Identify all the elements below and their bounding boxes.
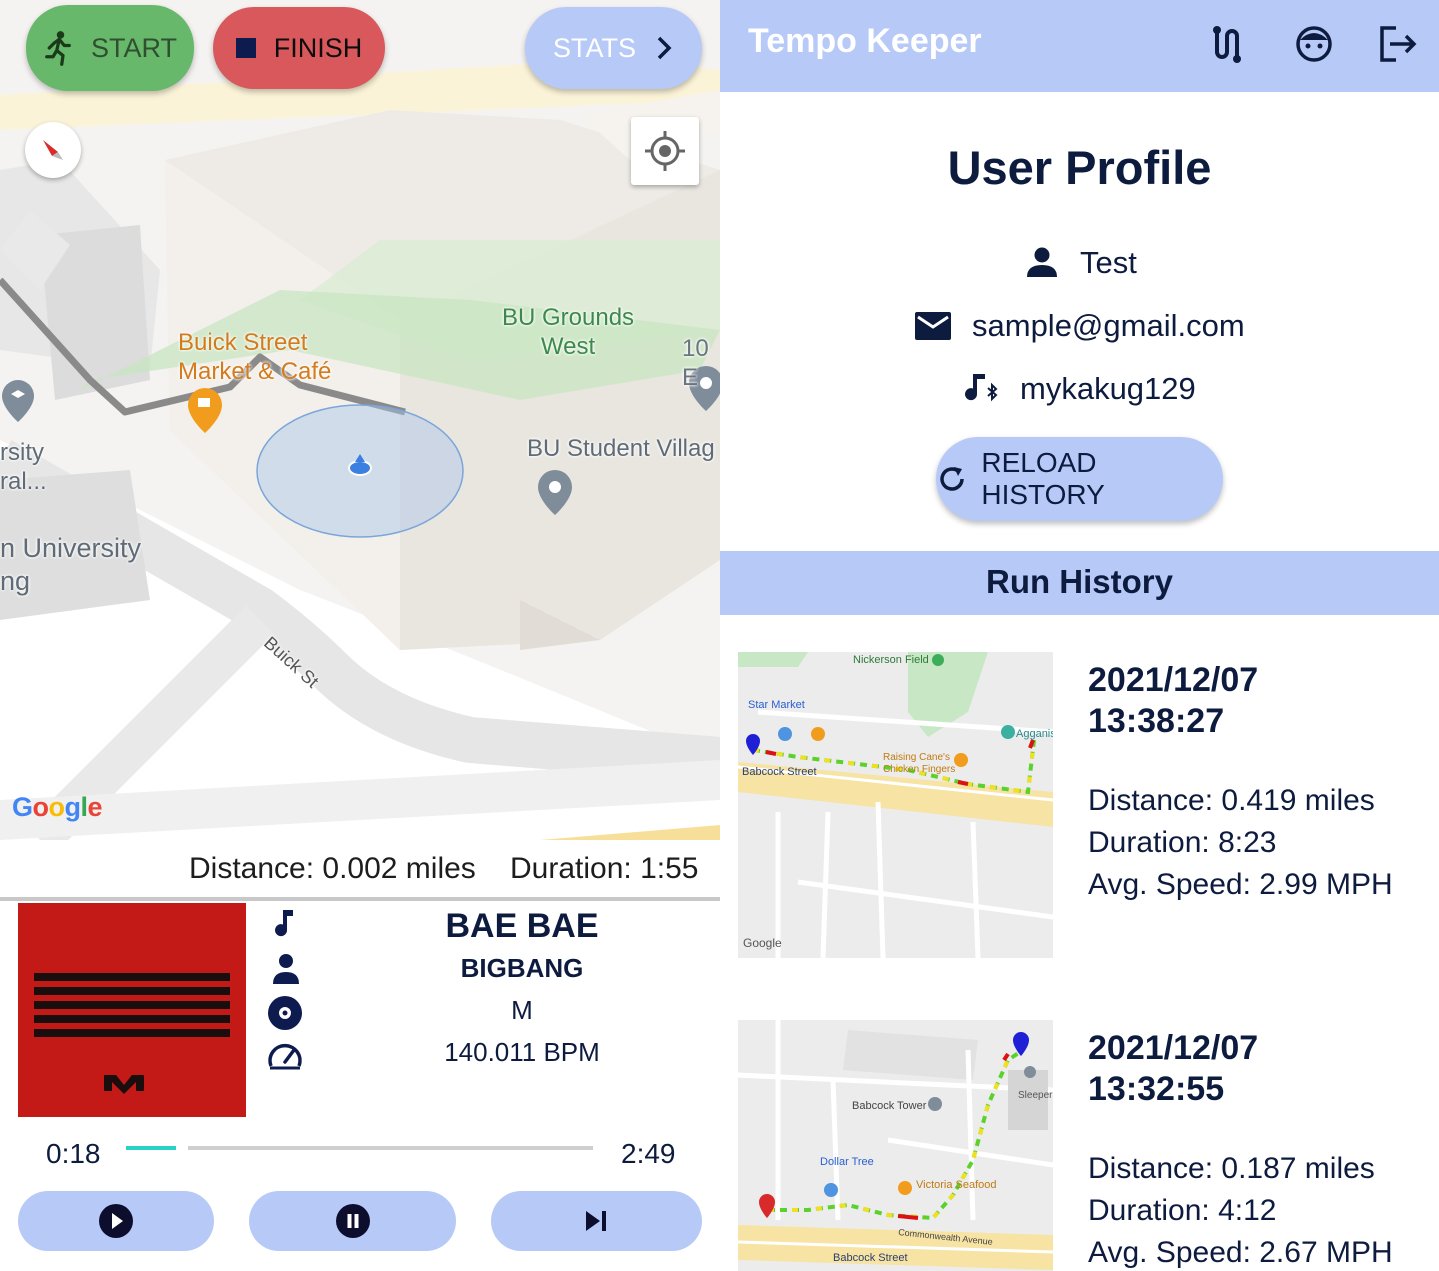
run1-date: 2021/12/07: [1088, 661, 1259, 699]
map-label-10e: 10 E: [682, 335, 709, 391]
map-label-bu-grounds: BU Grounds West: [502, 304, 635, 360]
session-duration: Duration: 1:55: [510, 852, 699, 885]
music-bluetooth-icon: [965, 374, 998, 402]
run1-distance: Distance: 0.419 miles: [1088, 784, 1375, 817]
run1-google-logo: Google: [743, 936, 782, 950]
app-bar: Tempo Keeper: [720, 0, 1439, 92]
run1-map-label-e: Agganis: [1016, 728, 1053, 740]
finish-button[interactable]: FINISH: [213, 7, 385, 89]
run-map-1[interactable]: Nickerson Field Star Market Raising Cane…: [738, 652, 1053, 958]
skip-next-icon: [585, 1211, 606, 1231]
stats-label: STATS: [552, 32, 636, 63]
run2-time: 13:32:55: [1088, 1070, 1225, 1108]
finish-label: FINISH: [273, 32, 363, 63]
run-map-2[interactable]: Babcock Tower Dollar Tree Victoria Seafo…: [738, 1020, 1053, 1271]
person-icon: [273, 954, 299, 984]
map-canvas: [0, 60, 720, 840]
run2-speed: Avg. Speed: 2.67 MPH: [1088, 1236, 1393, 1269]
my-location-icon: [645, 131, 685, 171]
refresh-icon: [940, 467, 964, 491]
music-account: mykakug129: [1020, 371, 1196, 406]
run1-map-label-d: Babcock Street: [742, 766, 817, 778]
track-title: BAE BAE: [445, 907, 599, 945]
track-album: M: [511, 995, 533, 1025]
start-label: START: [90, 32, 177, 63]
skip-next-button[interactable]: [491, 1191, 702, 1251]
speedometer-icon: [268, 1043, 302, 1070]
run2-map-label-e: Sleeper: [1018, 1090, 1053, 1101]
run1-map-label-c: Raising Cane's Chicken Fingers: [883, 752, 956, 775]
run2-duration: Duration: 4:12: [1088, 1194, 1277, 1227]
pause-button[interactable]: [249, 1191, 456, 1251]
user-email: sample@gmail.com: [972, 308, 1245, 343]
run2-distance: Distance: 0.187 miles: [1088, 1152, 1375, 1185]
run1-map-label-b: Star Market: [748, 699, 805, 711]
profile-panel: Tempo Keeper User Profile Test sample@gm…: [720, 0, 1439, 1271]
profile-title: User Profile: [947, 141, 1212, 194]
run1-duration: Duration: 8:23: [1088, 826, 1277, 859]
progress-thumb[interactable]: [175, 1144, 188, 1152]
run2-map-label-b: Dollar Tree: [820, 1156, 874, 1168]
history-header: Run History: [720, 551, 1439, 615]
run2-map-label-a: Babcock Tower: [852, 1100, 927, 1112]
face-icon[interactable]: [1292, 22, 1336, 66]
app-title: Tempo Keeper: [748, 22, 982, 60]
run2-date: 2021/12/07: [1088, 1029, 1259, 1067]
track-artist: BIGBANG: [460, 953, 584, 983]
run1-map-label-a: Nickerson Field: [853, 654, 929, 666]
progress-track[interactable]: [126, 1144, 593, 1152]
run1-time: 13:38:27: [1088, 702, 1225, 740]
progress-fill: [126, 1146, 176, 1150]
map-label-university-partial: rsity ral...: [0, 439, 47, 495]
user-name: Test: [1080, 245, 1137, 280]
mail-icon: [915, 312, 951, 340]
runner-icon: [45, 31, 71, 66]
music-note-icon: [275, 910, 293, 937]
pause-icon: [335, 1204, 370, 1238]
elapsed-time: 0:18: [46, 1138, 101, 1169]
stop-icon: [235, 38, 256, 58]
person-icon: [1027, 247, 1057, 277]
logout-icon[interactable]: [1376, 22, 1420, 66]
reload-label: RELOAD HISTORY: [981, 447, 1105, 510]
run2-map-label-c: Victoria Seafood: [916, 1179, 997, 1191]
play-button[interactable]: [18, 1191, 214, 1251]
google-logo: Google: [12, 792, 103, 822]
start-button[interactable]: START: [26, 5, 194, 91]
album-art: [18, 903, 246, 1117]
stats-button[interactable]: STATS: [525, 7, 702, 89]
reload-history-button[interactable]: RELOAD HISTORY: [936, 437, 1223, 521]
run2-map-label-d: Babcock Street: [833, 1252, 908, 1264]
chevron-right-icon: [657, 36, 672, 60]
run-tracker-panel: Buick Street Market & Café BU Grounds We…: [0, 0, 720, 1271]
map-label-student-village: BU Student Villag: [527, 435, 715, 462]
session-distance: Distance: 0.002 miles: [189, 852, 476, 885]
my-location-button[interactable]: [631, 117, 699, 185]
route-icon[interactable]: [1208, 22, 1252, 66]
total-time: 2:49: [621, 1138, 676, 1169]
compass-icon[interactable]: [25, 122, 81, 178]
map-view[interactable]: Buick Street Market & Café BU Grounds We…: [0, 0, 720, 840]
map-label-university: n University ng: [0, 533, 142, 596]
map-label-buick-market: Buick Street Market & Café: [178, 329, 332, 385]
play-icon: [99, 1204, 133, 1238]
disc-icon: [268, 996, 302, 1030]
track-bpm: 140.011 BPM: [444, 1037, 600, 1067]
divider: [0, 897, 720, 901]
history-title: Run History: [985, 563, 1173, 600]
run1-speed: Avg. Speed: 2.99 MPH: [1088, 868, 1393, 901]
university-pin-icon: [2, 380, 34, 422]
